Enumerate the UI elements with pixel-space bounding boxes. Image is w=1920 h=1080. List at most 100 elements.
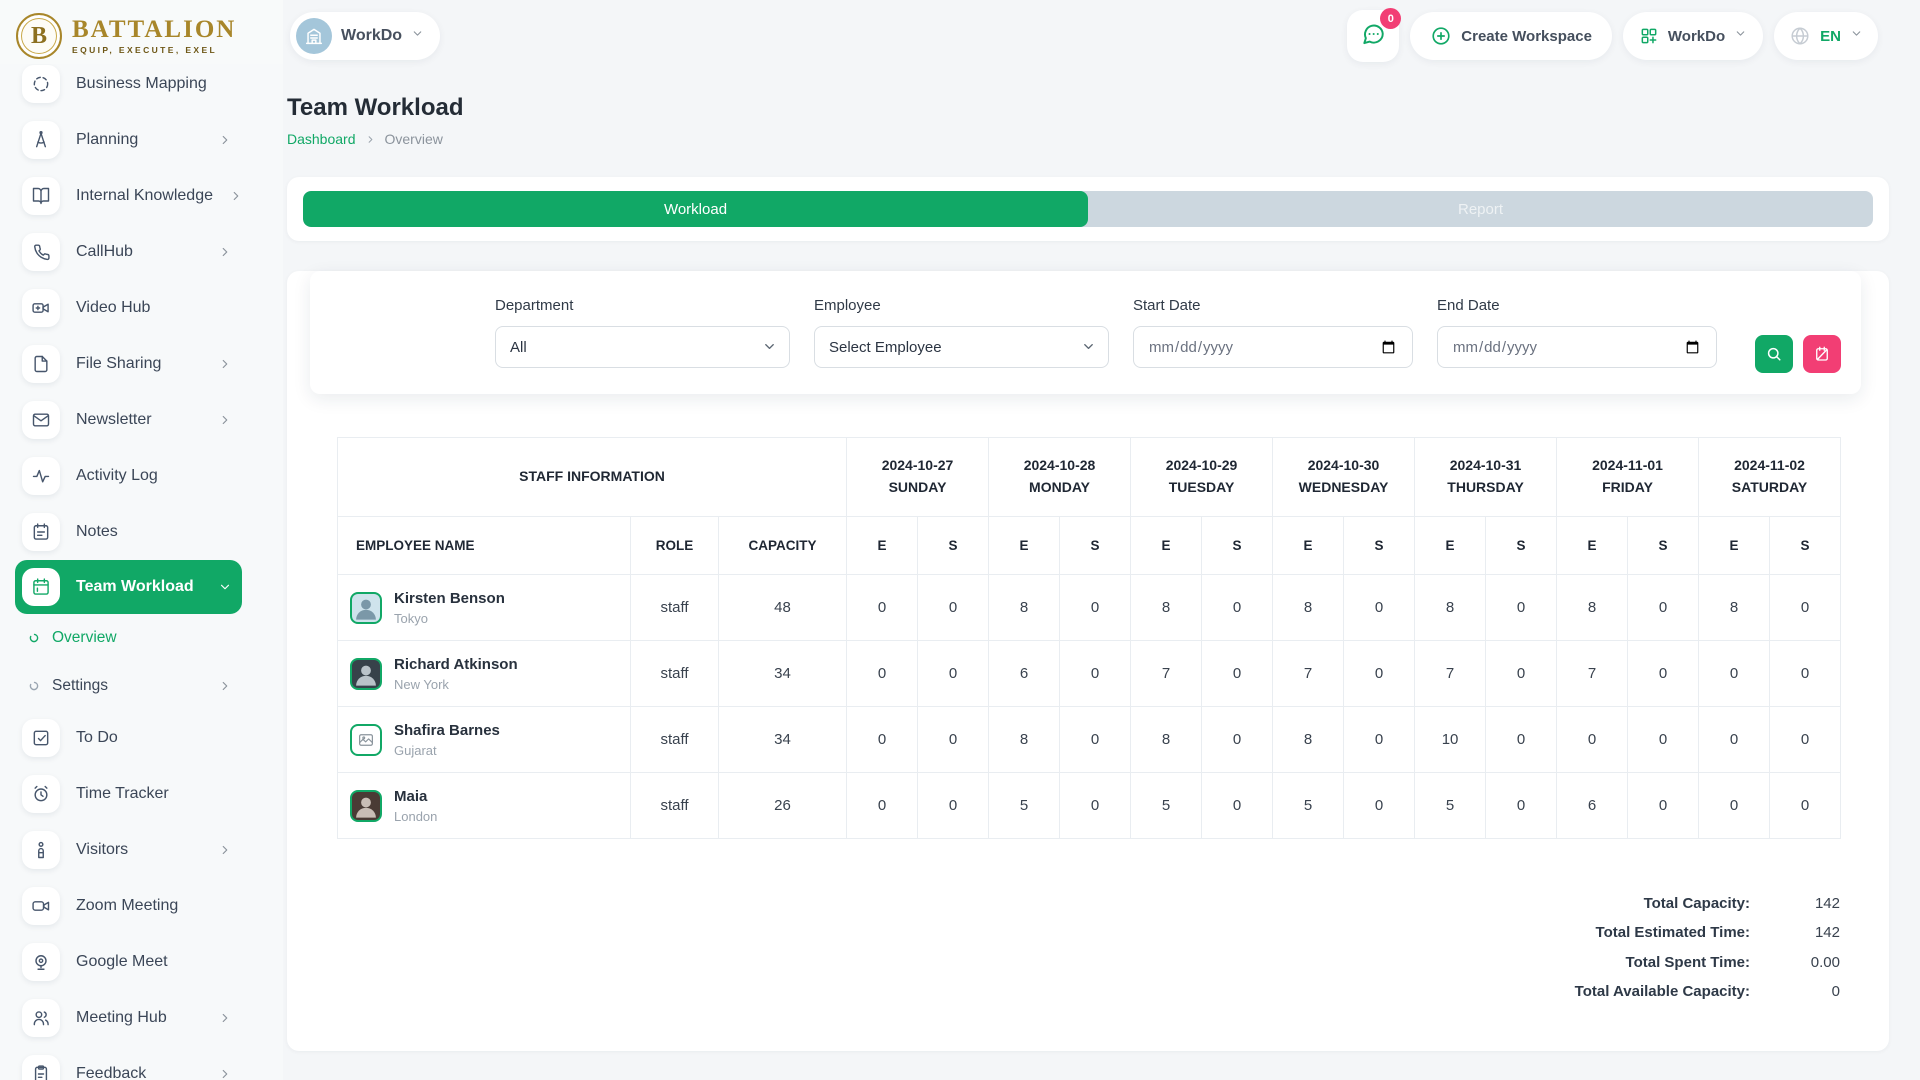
estimated-header: E: [989, 517, 1060, 575]
top-header: WorkDo 0 Create Workspace WorkDo EN: [283, 0, 1920, 72]
estimated-cell: 8: [989, 575, 1060, 641]
spent-cell: 0: [1628, 575, 1699, 641]
end-date-input[interactable]: [1437, 326, 1717, 368]
tab-workload[interactable]: Workload: [303, 191, 1088, 227]
clipboard-icon: [31, 1064, 51, 1080]
table-group-header-row: STAFF INFORMATION2024-10-27SUNDAY2024-10…: [338, 438, 1841, 517]
chevron-right-icon: [218, 245, 232, 259]
date-column-header: 2024-10-27SUNDAY: [847, 438, 989, 517]
employee-select[interactable]: Select Employee: [814, 326, 1109, 368]
start-date-label: Start Date: [1133, 297, 1413, 314]
estimated-cell: 5: [1415, 773, 1486, 839]
sidebar-item-callhub[interactable]: CallHub: [15, 224, 242, 280]
sidebar: Business Mapping PlanningInternal Knowled…: [0, 0, 283, 1080]
users-icon: [31, 1008, 51, 1028]
start-date-input[interactable]: [1133, 326, 1413, 368]
breadcrumb-dashboard-link[interactable]: Dashboard: [287, 131, 356, 147]
icon-chip: [22, 1055, 60, 1080]
estimated-cell: 0: [847, 707, 918, 773]
capacity-cell: 48: [719, 575, 847, 641]
main-area: WorkDo 0 Create Workspace WorkDo EN: [283, 0, 1920, 1080]
note-icon: [31, 522, 51, 542]
sidebar-item-business-mapping[interactable]: Business Mapping: [15, 56, 242, 112]
workspace-selector[interactable]: WorkDo: [290, 12, 440, 60]
sidebar-subitem-overview[interactable]: Overview: [15, 614, 242, 662]
employee-cell: Shafira BarnesGujarat: [338, 722, 630, 758]
sidebar-item-video-hub[interactable]: Video Hub: [15, 280, 242, 336]
reset-button[interactable]: [1803, 335, 1841, 373]
sidebar-item-newsletter[interactable]: Newsletter: [15, 392, 242, 448]
book-icon: [31, 186, 51, 206]
video-camera-icon: [31, 298, 51, 318]
date-column-header: 2024-10-29TUESDAY: [1131, 438, 1273, 517]
total-label: Total Capacity:: [1570, 894, 1750, 914]
workdo-menu-label: WorkDo: [1668, 28, 1725, 45]
icon-chip: [22, 457, 60, 495]
chevron-right-icon: [218, 1011, 232, 1025]
estimated-cell: 6: [989, 641, 1060, 707]
sidebar-item-team-workload[interactable]: Team Workload: [15, 560, 242, 614]
role-cell: staff: [631, 707, 719, 773]
employee-name: Maia: [394, 788, 437, 806]
sidebar-item-activity-log[interactable]: Activity Log: [15, 448, 242, 504]
sidebar-item-internal-knowledge[interactable]: Internal Knowledge: [15, 168, 242, 224]
messages-button[interactable]: 0: [1347, 10, 1399, 62]
chevron-right-icon: [229, 189, 243, 203]
create-workspace-button[interactable]: Create Workspace: [1410, 12, 1612, 60]
sidebar-item-label: Meeting Hub: [76, 1009, 202, 1027]
estimated-cell: 8: [1557, 575, 1628, 641]
chevron-right-icon: [218, 679, 232, 693]
icon-chip: [22, 831, 60, 869]
spent-header: S: [1770, 517, 1841, 575]
brand-logo[interactable]: B BATTALION EQUIP, EXECUTE, EXEL: [0, 0, 283, 64]
total-label: Total Spent Time:: [1570, 953, 1750, 973]
sidebar-item-label: Business Mapping: [76, 75, 232, 93]
sidebar-item-planning[interactable]: Planning: [15, 112, 242, 168]
tab-report[interactable]: Report: [1088, 191, 1873, 227]
estimated-header: E: [1131, 517, 1202, 575]
circle-dot-icon: [27, 631, 41, 645]
sidebar-item-feedback[interactable]: Feedback: [15, 1046, 242, 1080]
sidebar-item-notes[interactable]: Notes: [15, 504, 242, 560]
sidebar-item-to-do[interactable]: To Do: [15, 710, 242, 766]
workload-card: Department All Employee Select Employee: [287, 271, 1889, 1051]
sidebar-item-meeting-hub[interactable]: Meeting Hub: [15, 990, 242, 1046]
sidebar-item-label: To Do: [76, 729, 232, 747]
sidebar-item-visitors[interactable]: Visitors: [15, 822, 242, 878]
icon-chip: [22, 999, 60, 1037]
spent-cell: 0: [918, 575, 989, 641]
spent-header: S: [1202, 517, 1273, 575]
total-row: Total Available Capacity:0: [1570, 982, 1840, 1002]
spent-header: S: [1486, 517, 1557, 575]
sidebar-item-time-tracker[interactable]: Time Tracker: [15, 766, 242, 822]
total-value: 142: [1750, 894, 1840, 914]
estimated-cell: 0: [1699, 707, 1770, 773]
employee-avatar: [350, 592, 382, 624]
icon-chip: [22, 401, 60, 439]
sidebar-item-file-sharing[interactable]: File Sharing: [15, 336, 242, 392]
chevron-down-icon: [218, 580, 232, 594]
tab-bar: Workload Report: [303, 191, 1873, 227]
employee-cell: Richard AtkinsonNew York: [338, 656, 630, 692]
estimated-cell: 8: [1273, 575, 1344, 641]
employee-label: Employee: [814, 297, 1109, 314]
icon-chip: [22, 289, 60, 327]
tabs-card: Workload Report: [287, 177, 1889, 241]
sidebar-item-zoom-meeting[interactable]: Zoom Meeting: [15, 878, 242, 934]
create-workspace-label: Create Workspace: [1461, 28, 1592, 45]
spent-cell: 0: [1770, 773, 1841, 839]
spent-cell: 0: [918, 773, 989, 839]
language-selector[interactable]: EN: [1774, 12, 1878, 60]
spent-cell: 0: [1770, 707, 1841, 773]
department-select[interactable]: All: [495, 326, 790, 368]
sidebar-subitem-settings[interactable]: Settings: [15, 662, 242, 710]
capacity-cell: 34: [719, 707, 847, 773]
sidebar-item-google-meet[interactable]: Google Meet: [15, 934, 242, 990]
sidebar-item-label: Feedback: [76, 1065, 202, 1080]
workdo-menu-button[interactable]: WorkDo: [1623, 12, 1763, 60]
sidebar-subitem-label: Settings: [52, 677, 207, 695]
chevron-right-icon: [218, 357, 232, 371]
brand-name: BATTALION: [72, 17, 236, 42]
search-button[interactable]: [1755, 335, 1793, 373]
spent-cell: 0: [1628, 641, 1699, 707]
